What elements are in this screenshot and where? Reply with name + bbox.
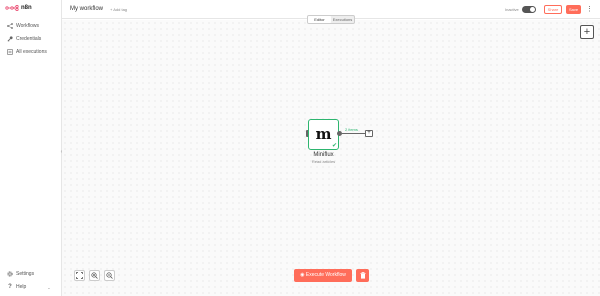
more-options-icon[interactable]: ⋮ [586, 5, 593, 14]
fit-view-button[interactable] [74, 270, 85, 281]
sidebar-item-help[interactable]: ? Help ⌄ [7, 284, 51, 290]
zoom-out-icon [106, 272, 113, 279]
output-items-count: 2 items [345, 127, 358, 132]
active-toggle[interactable] [522, 6, 536, 13]
save-button[interactable]: Save [566, 5, 581, 14]
sidebar-item-credentials[interactable]: Credentials [7, 36, 41, 42]
sidebar: n8n Workflows Credentials All executions… [0, 0, 62, 296]
trash-icon [359, 272, 366, 279]
sidebar-item-label: Settings [16, 271, 35, 277]
miniflux-logo-icon: m [315, 125, 332, 143]
key-icon [7, 36, 13, 42]
zoom-in-button[interactable] [89, 270, 100, 281]
list-icon [7, 49, 13, 55]
workflow-name[interactable]: My workflow [70, 6, 103, 12]
logo-text: n8n [21, 5, 32, 11]
add-tag-button[interactable]: + Add tag [110, 7, 127, 12]
sidebar-item-all-executions[interactable]: All executions [7, 49, 47, 55]
view-tabs: Editor Executions [307, 15, 355, 24]
active-status-label: Inactive [505, 7, 519, 12]
connection-line [342, 133, 365, 134]
sidebar-item-label: Workflows [16, 23, 39, 29]
sidebar-item-workflows[interactable]: Workflows [7, 23, 39, 29]
success-check-icon: ✔ [331, 143, 337, 149]
sidebar-item-label: Help [16, 284, 27, 290]
add-connected-node-button[interactable]: + [365, 130, 373, 137]
fit-view-icon [76, 272, 83, 279]
share-button[interactable]: Share [544, 5, 562, 14]
flask-icon: ◉ [300, 272, 305, 278]
sidebar-item-label: Credentials [16, 36, 42, 42]
question-icon: ? [8, 284, 12, 290]
add-node-button[interactable]: + [580, 25, 594, 39]
chevron-down-icon: ⌄ [47, 284, 51, 290]
node-title: Miniflux [313, 152, 334, 158]
execute-workflow-button[interactable]: ◉ Execute Workflow [294, 269, 352, 282]
n8n-logo-icon [5, 5, 19, 11]
execute-workflow-label: Execute Workflow [305, 272, 346, 278]
zoom-in-icon [91, 272, 98, 279]
zoom-out-button[interactable] [104, 270, 115, 281]
miniflux-node[interactable]: m ✔ [308, 119, 339, 150]
n8n-logo[interactable]: n8n [5, 5, 32, 11]
delete-button[interactable] [356, 269, 369, 282]
tab-executions[interactable]: Executions [331, 16, 354, 23]
tab-editor[interactable]: Editor [308, 16, 331, 23]
sidebar-item-settings[interactable]: Settings [7, 271, 34, 277]
network-icon [7, 23, 13, 29]
workflow-canvas[interactable] [62, 20, 600, 296]
node-subtitle: Read articles [311, 159, 336, 164]
gear-icon [7, 271, 13, 277]
sidebar-item-label: All executions [16, 49, 47, 55]
